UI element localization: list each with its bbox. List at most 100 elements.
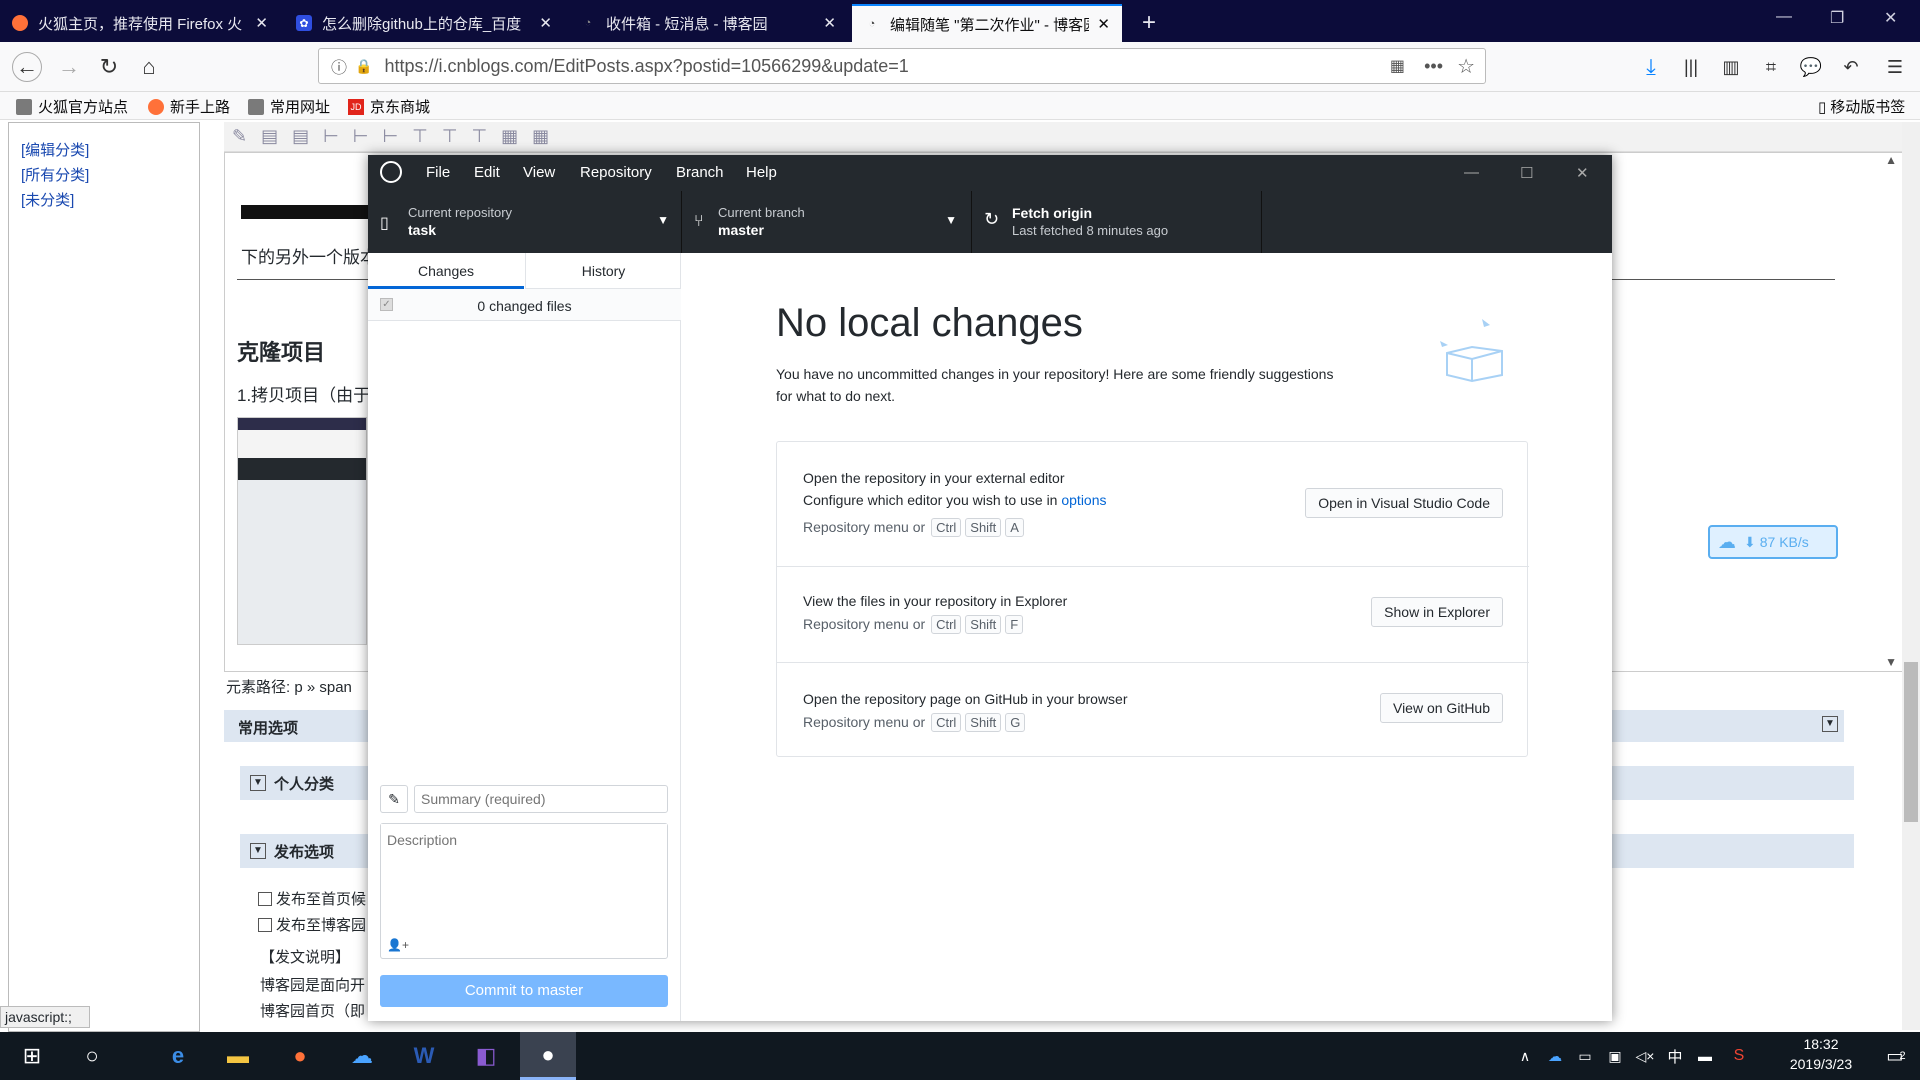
browser-tab-inbox[interactable]: ◔ 收件箱 - 短消息 - 博客园 ✕: [568, 4, 848, 42]
menu-repository[interactable]: Repository: [580, 164, 652, 181]
close-icon[interactable]: ✕: [823, 14, 836, 32]
chat-icon[interactable]: 💬: [1796, 52, 1826, 82]
tab-history[interactable]: History: [525, 253, 681, 289]
editor-toolbar-icons[interactable]: ✎▤▤⊢⊢⊢⊤⊤⊤▦▦: [232, 126, 563, 147]
commit-button[interactable]: Commit to master: [380, 975, 668, 1007]
info-icon[interactable]: ⓘ: [331, 54, 347, 78]
clock[interactable]: 18:32 2019/3/23: [1776, 1036, 1866, 1072]
undo-icon[interactable]: ↶: [1836, 52, 1866, 82]
forward-arrow-icon[interactable]: →: [54, 52, 84, 82]
options-link[interactable]: options: [1061, 492, 1106, 508]
screenshot-icon[interactable]: ⌗: [1756, 52, 1786, 82]
description-input[interactable]: [381, 824, 667, 924]
checkbox[interactable]: [258, 891, 272, 906]
scroll-down-icon[interactable]: ▼: [1885, 655, 1897, 669]
reload-icon[interactable]: ↻: [94, 52, 124, 82]
close-icon[interactable]: ✕: [539, 14, 552, 32]
view-on-github-button[interactable]: View on GitHub: [1379, 693, 1503, 723]
close-icon[interactable]: ✕: [1576, 164, 1589, 182]
add-coauthor-icon[interactable]: 👤+: [387, 938, 409, 952]
visual-studio-icon[interactable]: ◧: [458, 1032, 514, 1080]
scroll-up-icon[interactable]: ▲: [1885, 153, 1897, 167]
menu-branch[interactable]: Branch: [676, 164, 724, 181]
open-in-vscode-button[interactable]: Open in Visual Studio Code: [1305, 488, 1503, 518]
description-box[interactable]: 👤+: [380, 823, 668, 959]
home-icon[interactable]: ⌂: [134, 52, 164, 82]
sogou-icon[interactable]: S: [1724, 1032, 1754, 1080]
search-icon[interactable]: ○: [64, 1032, 120, 1080]
menu-icon[interactable]: ☰: [1880, 52, 1910, 82]
uncategorized-link[interactable]: [未分类]: [21, 189, 199, 210]
chevron-up-icon[interactable]: ∧: [1510, 1032, 1540, 1080]
bookmark-mobile[interactable]: ▯ 移动版书签: [1818, 96, 1905, 117]
new-tab-button[interactable]: +: [1130, 4, 1170, 42]
checkbox[interactable]: [258, 917, 272, 932]
tab-changes[interactable]: Changes: [368, 253, 524, 289]
star-icon[interactable]: ☆: [1457, 54, 1475, 79]
volume-icon[interactable]: ◁×: [1630, 1032, 1660, 1080]
fetch-origin-button[interactable]: ↻ Fetch origin Last fetched 8 minutes ag…: [972, 191, 1262, 253]
close-icon[interactable]: ✕: [1097, 15, 1110, 33]
more-icon[interactable]: •••: [1424, 56, 1443, 77]
no-changes-description: You have no uncommitted changes in your …: [776, 366, 1334, 404]
bookmark-common-sites[interactable]: 常用网址: [248, 96, 330, 117]
network-icon[interactable]: ▭: [1570, 1032, 1600, 1080]
maximize-icon[interactable]: ☐: [1520, 164, 1533, 182]
back-arrow-icon[interactable]: ←: [12, 52, 42, 82]
browser-tab-edit-post[interactable]: ◔ 编辑随笔 "第二次作业" - 博客园 ✕: [852, 4, 1122, 42]
tray-icon[interactable]: ☁: [1540, 1032, 1570, 1080]
collapse-icon[interactable]: ▼: [250, 775, 266, 791]
library-icon[interactable]: |||: [1676, 52, 1706, 82]
menu-file[interactable]: File: [426, 164, 450, 181]
menu-help[interactable]: Help: [746, 164, 777, 181]
folder-icon: [248, 98, 264, 115]
menu-view[interactable]: View: [523, 164, 555, 181]
close-icon[interactable]: ✕: [255, 14, 268, 32]
close-window-icon[interactable]: ✕: [1884, 8, 1897, 28]
summary-input[interactable]: [414, 785, 668, 813]
bookmark-firefox-site[interactable]: 火狐官方站点: [16, 96, 128, 117]
github-desktop-taskbar-icon[interactable]: ●: [520, 1032, 576, 1080]
sidebar-icon[interactable]: ▥: [1716, 52, 1746, 82]
word-icon[interactable]: W: [396, 1032, 452, 1080]
current-branch-dropdown[interactable]: ⑂ Current branch master ▼: [682, 191, 972, 253]
edit-category-link[interactable]: [编辑分类]: [21, 139, 199, 160]
changed-files-count: 0 changed files: [477, 298, 572, 314]
collapse-icon[interactable]: ▼: [250, 843, 266, 859]
firefox-icon[interactable]: ●: [272, 1032, 328, 1080]
ghd-no-changes-view: No local changes You have no uncommitted…: [682, 253, 1612, 1021]
scrollbar-thumb[interactable]: [1904, 662, 1918, 822]
publish-home-option[interactable]: 发布至首页候: [258, 888, 366, 909]
keyboard-icon[interactable]: ▬: [1690, 1032, 1720, 1080]
baidu-netdisk-icon[interactable]: ☁: [334, 1032, 390, 1080]
minimize-icon[interactable]: —: [1464, 164, 1479, 181]
screenshot-thumbnail: [241, 205, 371, 219]
collapse-icon[interactable]: ▼: [1822, 716, 1838, 732]
publish-blog-option[interactable]: 发布至博客园: [258, 914, 366, 935]
minimize-icon[interactable]: —: [1776, 8, 1792, 26]
browser-tab-baidu[interactable]: ✿ 怎么删除github上的仓库_百度 ✕: [284, 4, 564, 42]
security-icon[interactable]: ▣: [1600, 1032, 1630, 1080]
download-icon[interactable]: ⤓: [1636, 52, 1666, 82]
menu-edit[interactable]: Edit: [474, 164, 500, 181]
edge-icon[interactable]: e: [150, 1032, 206, 1080]
url-text[interactable]: https://i.cnblogs.com/EditPosts.aspx?pos…: [384, 56, 908, 77]
browser-tab-firefox-home[interactable]: 火狐主页，推荐使用 Firefox 火 ✕: [0, 4, 280, 42]
url-bar[interactable]: ⓘ 🔒 https://i.cnblogs.com/EditPosts.aspx…: [318, 48, 1486, 84]
ghd-title-bar: File Edit View Repository Branch Help — …: [368, 155, 1612, 191]
changed-files-header: ✓ 0 changed files: [368, 289, 681, 321]
show-in-explorer-button[interactable]: Show in Explorer: [1371, 597, 1503, 627]
bookmark-getting-started[interactable]: 新手上路: [148, 96, 230, 117]
ime-indicator[interactable]: 中: [1660, 1032, 1690, 1080]
restore-icon[interactable]: ❐: [1830, 8, 1844, 28]
file-explorer-icon[interactable]: ▬: [210, 1032, 266, 1080]
current-repository-dropdown[interactable]: ▯ Current repository task ▼: [368, 191, 682, 253]
step1-text: 1.拷贝项目（由于: [237, 386, 371, 405]
notification-center-icon[interactable]: ▭ 2: [1872, 1032, 1920, 1080]
download-speed-widget[interactable]: ☁ ⬇ 87 KB/s: [1708, 525, 1838, 559]
all-categories-link[interactable]: [所有分类]: [21, 164, 199, 185]
page-scrollbar[interactable]: [1902, 122, 1920, 1030]
bookmark-jd[interactable]: JD 京东商城: [348, 96, 430, 117]
windows-start-icon[interactable]: ⊞: [4, 1032, 60, 1080]
qr-code-icon[interactable]: ▦: [1390, 56, 1405, 76]
